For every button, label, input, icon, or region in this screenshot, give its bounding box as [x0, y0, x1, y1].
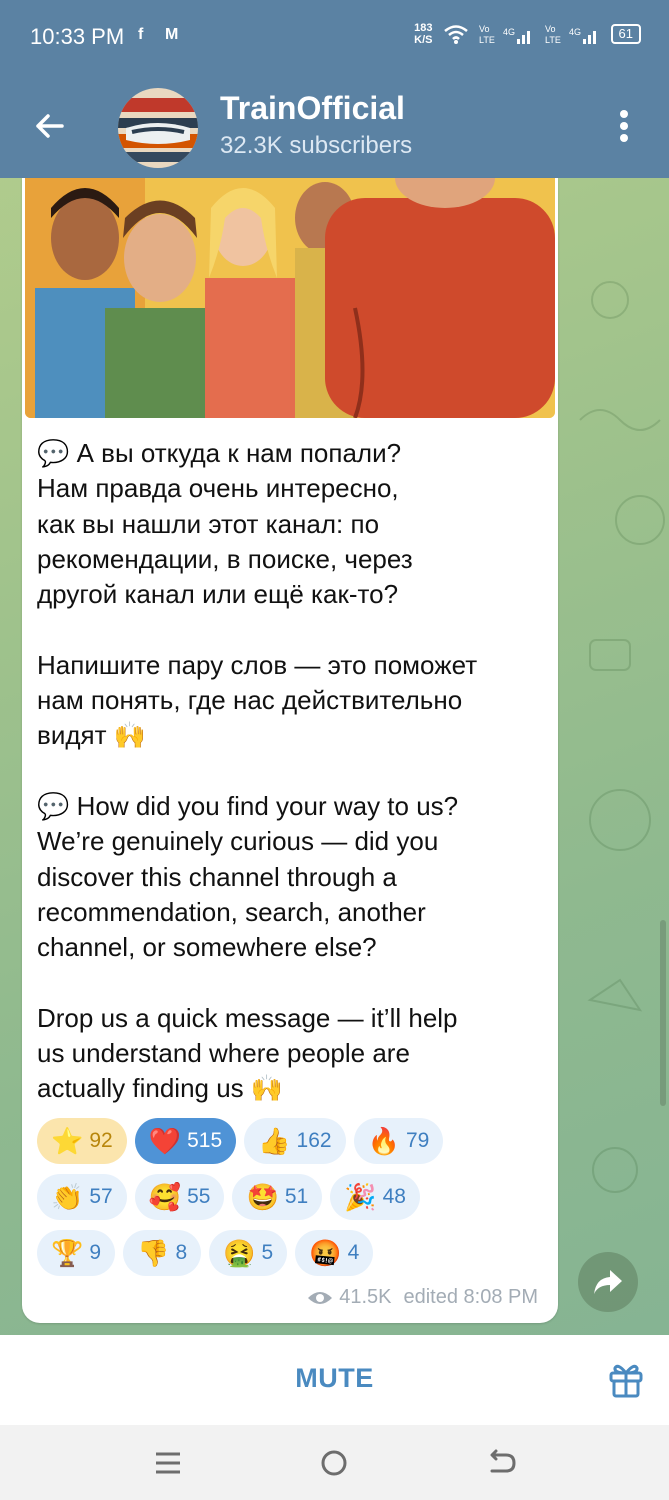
more-menu-icon[interactable]	[606, 104, 642, 148]
svg-text:4G: 4G	[503, 27, 515, 37]
reaction-emoji-icon: 🤩	[246, 1182, 279, 1212]
back-arrow-icon[interactable]	[28, 104, 72, 148]
reaction-emoji-icon: ❤️	[148, 1126, 182, 1156]
reaction-emoji-icon: 👍	[258, 1126, 291, 1156]
facebook-icon: f	[138, 26, 144, 43]
reaction-emoji-icon: 🏆	[51, 1238, 84, 1268]
recent-apps-icon[interactable]	[150, 1445, 186, 1481]
reaction-count: 5	[261, 1241, 274, 1264]
reaction-emoji-icon: ⭐	[51, 1126, 84, 1156]
svg-text:LTE: LTE	[479, 35, 495, 45]
status-time: 10:33 PM	[30, 24, 125, 49]
gmail-icon: M	[165, 26, 179, 43]
reaction-count: 79	[405, 1129, 430, 1152]
reaction-emoji-icon: 🥰	[148, 1182, 182, 1212]
reaction-emoji-icon: 👏	[51, 1182, 84, 1212]
mute-button[interactable]: MUTE	[0, 1363, 669, 1394]
post-text: 💬 А вы откуда к нам попали? Нам правда о…	[37, 438, 478, 1104]
reaction-emoji-icon: 🎉	[344, 1182, 377, 1212]
reaction-row: 🏆 9 👎 8 🤮 5 🤬 4	[37, 1230, 557, 1276]
svg-text:Vo: Vo	[545, 24, 556, 34]
reaction-chip[interactable]: ⭐ 92	[37, 1118, 127, 1164]
signal-sim2-icon: VoLTE 4G	[545, 24, 596, 45]
reaction-chip[interactable]: ❤️ 515	[134, 1118, 237, 1164]
battery-level: 61	[610, 24, 641, 44]
status-right-icons: 183 K/S Vo LTE 4G Vo LTE 4G 61	[414, 22, 641, 46]
post-meta: 41.5K edited 8:08 PM	[307, 1286, 538, 1309]
reaction-chip[interactable]: 🔥 79	[353, 1118, 444, 1164]
network-speed: 183 K/S	[414, 22, 433, 46]
reaction-count: 162	[296, 1129, 332, 1152]
channel-post: 💬 А вы откуда к нам попали? Нам правда о…	[22, 178, 558, 1323]
reaction-chip[interactable]: 🏆 9	[37, 1230, 116, 1276]
reaction-row: ⭐ 92 ❤️ 515 👍 162 🔥 79	[37, 1118, 557, 1164]
home-icon[interactable]	[316, 1445, 352, 1481]
reaction-count: 55	[187, 1185, 211, 1208]
reaction-chip[interactable]: 🤩 51	[232, 1174, 323, 1220]
reaction-count: 92	[89, 1129, 113, 1152]
signal-sim1-icon: VoLTE 4G	[479, 24, 530, 45]
reaction-chip[interactable]: 👎 8	[123, 1230, 202, 1276]
gift-icon[interactable]	[606, 1359, 646, 1399]
subscriber-count: 32.3K subscribers	[220, 132, 413, 159]
channel-title[interactable]: TrainOfficial	[220, 90, 405, 127]
reaction-count: 515	[187, 1129, 223, 1152]
reaction-emoji-icon: 👎	[137, 1238, 170, 1268]
scroll-indicator[interactable]	[660, 920, 666, 1106]
wifi-icon	[443, 25, 468, 44]
reaction-count: 51	[284, 1185, 309, 1208]
status-bar: 10:33 PM f M 183 K/S Vo LTE 4G Vo LTE 4G 61	[0, 0, 669, 75]
bottom-bar: MUTE	[0, 1335, 669, 1425]
svg-text:4G: 4G	[569, 27, 581, 37]
reaction-chip[interactable]: 🥰 55	[134, 1174, 225, 1220]
reaction-count: 57	[89, 1185, 113, 1208]
reaction-count: 4	[347, 1241, 360, 1264]
reaction-chip[interactable]: 👍 162	[244, 1118, 346, 1164]
back-nav-icon[interactable]	[484, 1445, 520, 1481]
share-arrow-icon	[594, 1270, 622, 1294]
system-nav-bar	[0, 1425, 669, 1500]
reaction-emoji-icon: 🤬	[309, 1238, 342, 1268]
reaction-count: 8	[175, 1241, 188, 1264]
app-header: 10:33 PM f M 183 K/S Vo LTE 4G Vo LTE 4G 61 …	[0, 0, 669, 178]
reaction-chip[interactable]: 🤮 5	[209, 1230, 288, 1276]
reaction-chip[interactable]: 👏 57	[37, 1174, 127, 1220]
reaction-count: 9	[89, 1241, 102, 1264]
reaction-emoji-icon: 🔥	[367, 1126, 400, 1156]
post-image[interactable]	[25, 178, 555, 418]
share-button[interactable]	[578, 1252, 638, 1312]
svg-text:LTE: LTE	[545, 35, 561, 45]
reaction-row: 👏 57 🥰 55 🤩 51 🎉 48	[37, 1174, 557, 1220]
svg-text:Vo: Vo	[479, 24, 490, 34]
reaction-chip[interactable]: 🤬 4	[295, 1230, 374, 1276]
reaction-emoji-icon: 🤮	[223, 1238, 256, 1268]
reactions-panel: ⭐ 92 ❤️ 515 👍 162 🔥 79 👏 57 🥰 55 🤩 51 🎉 48 🏆 9 👎 8 🤮 5 🤬 4	[37, 1118, 557, 1286]
views-eye-icon	[308, 1291, 333, 1304]
channel-avatar[interactable]	[118, 88, 198, 168]
reaction-chip[interactable]: 🎉 48	[330, 1174, 420, 1220]
views-count: 41.5K	[339, 1286, 392, 1308]
edited-time: edited 8:08 PM	[403, 1286, 538, 1308]
reaction-count: 48	[382, 1185, 406, 1208]
